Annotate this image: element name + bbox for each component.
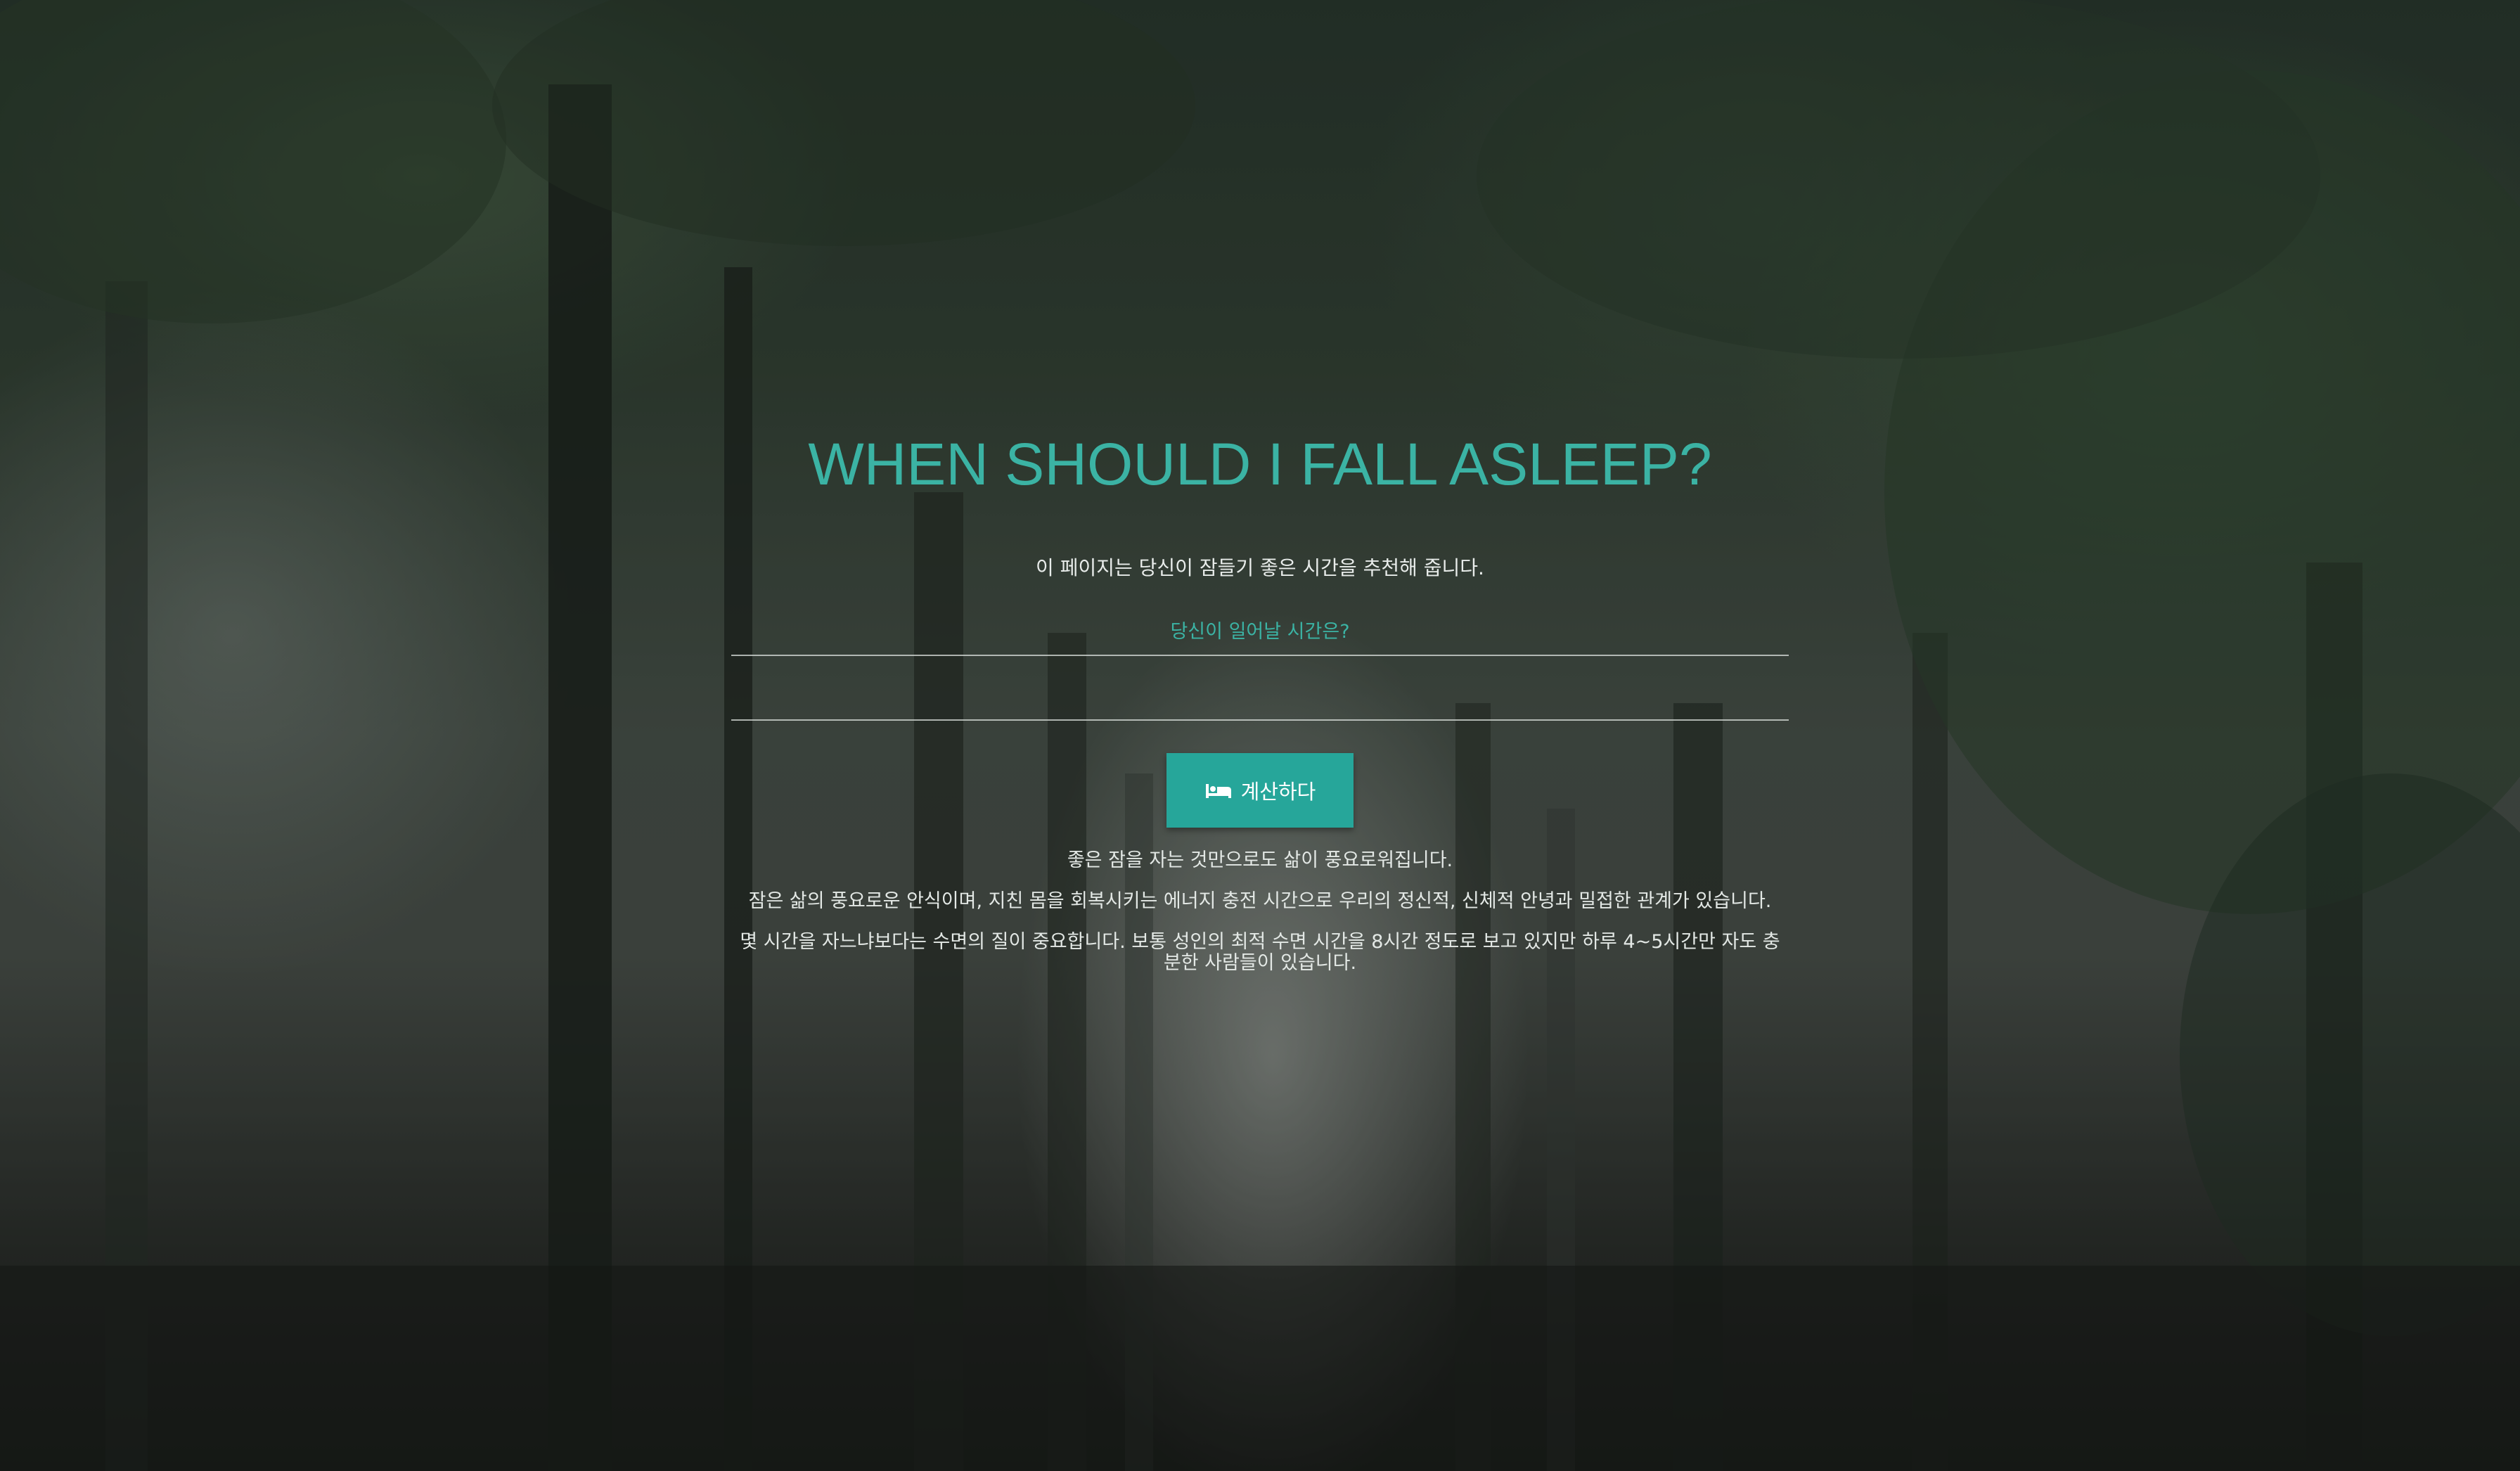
calculate-label: 계산하다 xyxy=(1240,780,1316,804)
bed-icon xyxy=(1205,784,1231,798)
info-paragraph-3: 몇 시간을 자느냐보다는 수면의 질이 중요합니다. 보통 성인의 최적 수면 … xyxy=(740,931,1780,974)
intro-text: 이 페이지는 당신이 잠들기 좋은 시간을 추천해 줍니다. xyxy=(1036,556,1484,579)
button-row: 계산하다 xyxy=(731,753,1789,828)
main-content: WHEN SHOULD I FALL ASLEEP? 이 페이지는 당신이 잠들… xyxy=(731,422,1789,974)
calculate-button[interactable]: 계산하다 xyxy=(1166,753,1354,828)
info-paragraph-1: 좋은 잠을 자는 것만으로도 삶이 풍요로워집니다. xyxy=(1067,849,1453,871)
wake-time-select[interactable] xyxy=(731,655,1789,721)
wake-time-label: 당신이 일어날 시간은? xyxy=(1170,621,1350,643)
page-title: WHEN SHOULD I FALL ASLEEP? xyxy=(808,431,1712,497)
info-paragraph-2: 잠은 삶의 풍요로운 안식이며, 지친 몸을 회복시키는 에너지 충전 시간으로… xyxy=(748,890,1772,912)
